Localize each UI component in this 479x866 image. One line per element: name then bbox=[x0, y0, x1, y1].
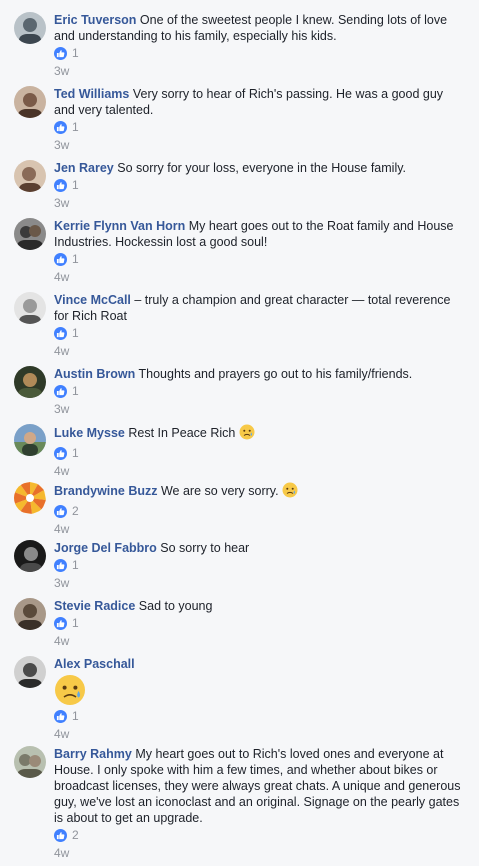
comment-author[interactable]: Brandywine Buzz bbox=[54, 484, 158, 498]
avatar[interactable] bbox=[14, 482, 46, 514]
reaction-summary[interactable]: 1 bbox=[54, 615, 464, 631]
comment-author[interactable]: Eric Tuverson bbox=[54, 13, 136, 27]
thumbs-up-icon bbox=[54, 120, 67, 134]
timestamp[interactable]: 4w bbox=[54, 521, 464, 537]
comment-text: Rest In Peace Rich bbox=[128, 426, 236, 440]
sad-tear-emoji bbox=[239, 424, 255, 444]
like-count: 1 bbox=[72, 616, 79, 630]
avatar[interactable] bbox=[14, 598, 46, 630]
like-count: 1 bbox=[72, 120, 79, 134]
like-count: 2 bbox=[72, 504, 79, 518]
reaction-summary[interactable]: 1 bbox=[54, 383, 464, 399]
comment-author[interactable]: Jen Rarey bbox=[54, 161, 114, 175]
reaction-summary[interactable]: 1 bbox=[54, 557, 464, 573]
comment-author[interactable]: Luke Mysse bbox=[54, 426, 125, 440]
like-count: 1 bbox=[72, 252, 79, 266]
comment-author[interactable]: Stevie Radice bbox=[54, 599, 135, 613]
thumbs-up-icon bbox=[54, 558, 67, 572]
thumbs-up-icon bbox=[54, 828, 67, 842]
avatar[interactable] bbox=[14, 12, 46, 44]
reaction-summary[interactable]: 2 bbox=[54, 503, 464, 519]
timestamp[interactable]: 4w bbox=[54, 845, 464, 861]
comment-text: Thoughts and prayers go out to his famil… bbox=[138, 367, 413, 381]
like-count: 1 bbox=[72, 178, 79, 192]
timestamp[interactable]: 4w bbox=[54, 463, 464, 479]
avatar[interactable] bbox=[14, 292, 46, 324]
thumbs-up-icon bbox=[54, 178, 67, 192]
reaction-summary[interactable]: 2 bbox=[54, 827, 464, 843]
thumbs-up-icon bbox=[54, 446, 67, 460]
timestamp[interactable]: 3w bbox=[54, 575, 464, 591]
reaction-summary[interactable]: 1 bbox=[54, 45, 464, 61]
reaction-summary[interactable]: 1 bbox=[54, 119, 464, 135]
avatar[interactable] bbox=[14, 160, 46, 192]
reaction-summary[interactable]: 1 bbox=[54, 325, 464, 341]
timestamp[interactable]: 3w bbox=[54, 401, 464, 417]
sad-tear-emoji bbox=[282, 482, 298, 502]
thumbs-up-icon bbox=[54, 384, 67, 398]
timestamp[interactable]: 4w bbox=[54, 269, 464, 285]
comment-author[interactable]: Ted Williams bbox=[54, 87, 129, 101]
timestamp[interactable]: 4w bbox=[54, 726, 464, 742]
like-count: 1 bbox=[72, 709, 79, 723]
like-count: 2 bbox=[72, 828, 79, 842]
sad-tear-emoji bbox=[54, 674, 86, 706]
thumbs-up-icon bbox=[54, 709, 67, 723]
timestamp[interactable]: 3w bbox=[54, 137, 464, 153]
reaction-summary[interactable]: 1 bbox=[54, 251, 464, 267]
comment-text: So sorry for your loss, everyone in the … bbox=[117, 161, 407, 175]
comment-text: Sad to young bbox=[138, 599, 213, 613]
avatar[interactable] bbox=[14, 656, 46, 688]
thumbs-up-icon bbox=[54, 326, 67, 340]
comment-list: Eric Tuverson One of the sweetest people… bbox=[0, 0, 479, 866]
comment-author[interactable]: Kerrie Flynn Van Horn bbox=[54, 219, 185, 233]
thumbs-up-icon bbox=[54, 504, 67, 518]
like-count: 1 bbox=[72, 326, 79, 340]
comment-author[interactable]: Vince McCall bbox=[54, 293, 131, 307]
avatar[interactable] bbox=[14, 424, 46, 456]
thumbs-up-icon bbox=[54, 46, 67, 60]
timestamp[interactable]: 3w bbox=[54, 63, 464, 79]
reaction-summary[interactable]: 1 bbox=[54, 445, 464, 461]
timestamp[interactable]: 4w bbox=[54, 633, 464, 649]
avatar[interactable] bbox=[14, 746, 46, 778]
comment-author[interactable]: Barry Rahmy bbox=[54, 747, 132, 761]
comment-author[interactable]: Austin Brown bbox=[54, 367, 135, 381]
comment-author[interactable]: Alex Paschall bbox=[54, 657, 135, 671]
like-count: 1 bbox=[72, 558, 79, 572]
reaction-summary[interactable]: 1 bbox=[54, 177, 464, 193]
avatar[interactable] bbox=[14, 366, 46, 398]
avatar[interactable] bbox=[14, 540, 46, 572]
comment-text: We are so very sorry. bbox=[160, 484, 279, 498]
like-count: 1 bbox=[72, 384, 79, 398]
reaction-summary[interactable]: 1 bbox=[54, 708, 464, 724]
thumbs-up-icon bbox=[54, 252, 67, 266]
comment-text: So sorry to hear bbox=[160, 541, 250, 555]
comment-author[interactable]: Jorge Del Fabbro bbox=[54, 541, 157, 555]
like-count: 1 bbox=[72, 46, 79, 60]
like-count: 1 bbox=[72, 446, 79, 460]
timestamp[interactable]: 3w bbox=[54, 195, 464, 211]
thumbs-up-icon bbox=[54, 616, 67, 630]
timestamp[interactable]: 4w bbox=[54, 343, 464, 359]
avatar[interactable] bbox=[14, 86, 46, 118]
avatar[interactable] bbox=[14, 218, 46, 250]
